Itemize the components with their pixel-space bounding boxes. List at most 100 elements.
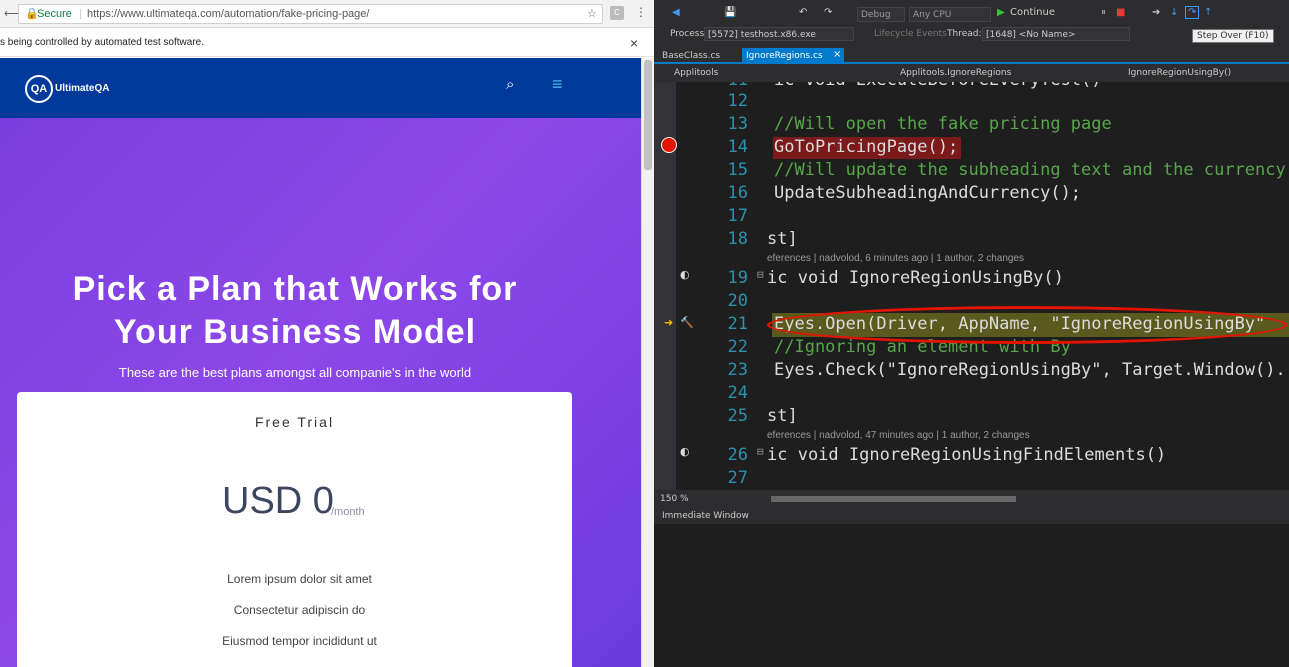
page-scrollbar[interactable] [641,58,654,667]
line-number: 25 [727,406,748,426]
code-line: Eyes.Check("IgnoreRegionUsingBy", Target… [774,360,1286,380]
step-into-icon[interactable]: ↓ [1170,7,1178,18]
visual-studio-window: ◀ 💾 ↶ ↷ Debug Any CPU ▶ Continue ⏸ ■ ➔ ↓… [654,0,1289,667]
continue-button[interactable]: Continue [1010,7,1055,18]
tab-ignoreregions-label: IgnoreRegions.cs [746,51,823,61]
hero-subtitle: These are the best plans amongst all com… [118,365,472,380]
line-number: 17 [727,206,748,226]
continue-play-icon[interactable]: ▶ [997,7,1005,18]
codelens-toggle-icon[interactable]: ◐ [680,268,690,281]
scrollbar-thumb[interactable] [644,60,652,170]
line-number: 22 [727,337,748,357]
automation-infobar: s being controlled by automated test sof… [0,29,654,57]
stop-icon[interactable]: ■ [1116,7,1125,18]
line-number: 18 [727,229,748,249]
hscroll-thumb[interactable] [771,496,1016,502]
hamburger-menu-icon[interactable]: ≡ [552,74,563,95]
bookmark-star-icon[interactable]: ☆ [587,5,597,23]
member-dropdown[interactable]: IgnoreRegionUsingBy() [1118,66,1288,80]
infobar-text: s being controlled by automated test sof… [0,37,205,48]
quick-action-icon[interactable]: 🔨 [680,316,694,329]
line-number: 11 [700,82,748,90]
line-number: 13 [727,114,748,134]
lifecycle-events-label[interactable]: Lifecycle Events [874,29,947,39]
codelens-info[interactable]: eferences | nadvolod, 6 minutes ago | 1 … [767,253,1024,264]
code-line: st] [767,406,798,426]
logo-badge[interactable]: QA [25,75,53,103]
immediate-window-title: Immediate Window [654,508,1289,524]
zoom-level[interactable]: 150 % [660,494,689,504]
project-name: Applitools [674,68,719,78]
line-number: 26 [727,445,748,465]
navigation-bar: Applitools Applitools.IgnoreRegions Igno… [654,65,1289,81]
line-number: 21 [727,314,748,334]
plan-name: Free Trial [254,414,335,430]
menu-kebab-icon[interactable]: ⋮ [635,5,647,19]
tab-baseclass[interactable]: BaseClass.cs [662,51,720,61]
code-line: st] [767,229,798,249]
feature-item: Consectetur adipiscin do [233,603,366,617]
immediate-window[interactable] [654,508,1289,667]
nav-back-icon[interactable]: ◀ [672,7,680,18]
breakpoint-margin[interactable]: ◐ ➜ 🔨 ◐ [654,82,694,490]
document-tabs: BaseClass.cs IgnoreRegions.cs × [654,48,1289,64]
logo-text[interactable]: UltimateQA [55,83,109,94]
debug-toolbar: ◀ 💾 ↶ ↷ Debug Any CPU ▶ Continue ⏸ ■ ➔ ↓… [654,0,1289,28]
redo-icon[interactable]: ↷ [824,7,832,18]
codelens-toggle-icon[interactable]: ◐ [680,445,690,458]
step-out-icon[interactable]: ↑ [1204,7,1212,18]
editor-horizontal-scrollbar[interactable]: 150 % [654,491,1289,507]
plan-price: USD 0 [222,480,334,522]
collapse-icon[interactable]: ⊟ [757,268,764,281]
feature-item: Eiusmod tempor incididunt ut [222,634,377,648]
hero-title: Pick a Plan that Works for Your Business… [72,270,518,351]
tab-ignoreregions[interactable]: IgnoreRegions.cs × [742,48,844,64]
code-line: //Will update the subheading text and th… [774,160,1286,180]
current-statement-arrow-icon: ➜ [664,316,674,329]
platform-dropdown[interactable]: Any CPU [909,7,991,22]
collapse-icon[interactable]: ⊟ [757,445,764,458]
tab-close-icon[interactable]: × [833,49,841,60]
project-dropdown[interactable]: Applitools [664,66,884,80]
line-number: 19 [727,268,748,288]
class-name: Applitools.IgnoreRegions [900,68,1012,78]
process-label: Process: [670,29,708,39]
infobar-close-icon[interactable]: × [630,29,638,57]
line-number: 24 [727,383,748,403]
code-line: //Will open the fake pricing page [774,114,1112,134]
line-number: 16 [727,183,748,203]
extension-icon[interactable]: C [610,6,624,20]
omnibox[interactable]: 🔒 Secure | https://www.ultimateqa.com/au… [18,4,603,24]
undo-icon[interactable]: ↶ [799,7,807,18]
feature-item: Lorem ipsum dolor sit amet [227,572,372,586]
breakpoint-icon[interactable] [661,137,677,153]
line-number: 12 [727,91,748,111]
secure-label: Secure [37,8,72,20]
save-icon[interactable]: 💾 [724,7,736,18]
omnibox-divider: | [79,8,82,20]
search-icon[interactable]: ⌕ [506,76,514,93]
show-next-statement-icon[interactable]: ➔ [1152,7,1160,18]
step-over-icon[interactable]: ↷ [1185,6,1200,19]
config-dropdown[interactable]: Debug [857,7,905,22]
line-number: 14 [727,137,748,157]
address-bar-row: ⟵ 🔒 Secure | https://www.ultimateqa.com/… [0,0,654,28]
highlight-annotation-ellipse [767,306,1287,344]
code-line: ic void ExecuteBeforeEveryTest() [774,82,1102,90]
class-dropdown[interactable]: Applitools.IgnoreRegions [890,66,1110,80]
thread-label: Thread: [947,29,982,39]
step-over-tooltip: Step Over (F10) [1192,29,1274,43]
pause-icon[interactable]: ⏸ [1101,7,1106,18]
url-text[interactable]: https://www.ultimateqa.com/automation/fa… [87,5,369,23]
process-dropdown[interactable]: [5572] testhost.x86.exe [704,27,854,41]
line-number: 20 [727,291,748,311]
codelens-info[interactable]: eferences | nadvolod, 47 minutes ago | 1… [767,430,1030,441]
code-line: GoToPricingPage(); [774,137,959,157]
line-number: 15 [727,160,748,180]
code-line: ic void IgnoreRegionUsingFindElements() [767,445,1167,465]
thread-dropdown[interactable]: [1648] <No Name> [982,27,1130,41]
code-editor[interactable]: 11 ic void ExecuteBeforeEveryTest() 12 1… [654,82,1289,490]
web-page: QA UltimateQA ⌕ ≡ Pick a Plan that Works… [0,58,641,667]
browser-window: ⟵ 🔒 Secure | https://www.ultimateqa.com/… [0,0,654,667]
pricing-card: Free Trial USD 0 /month Lorem ipsum dolo… [17,392,572,667]
